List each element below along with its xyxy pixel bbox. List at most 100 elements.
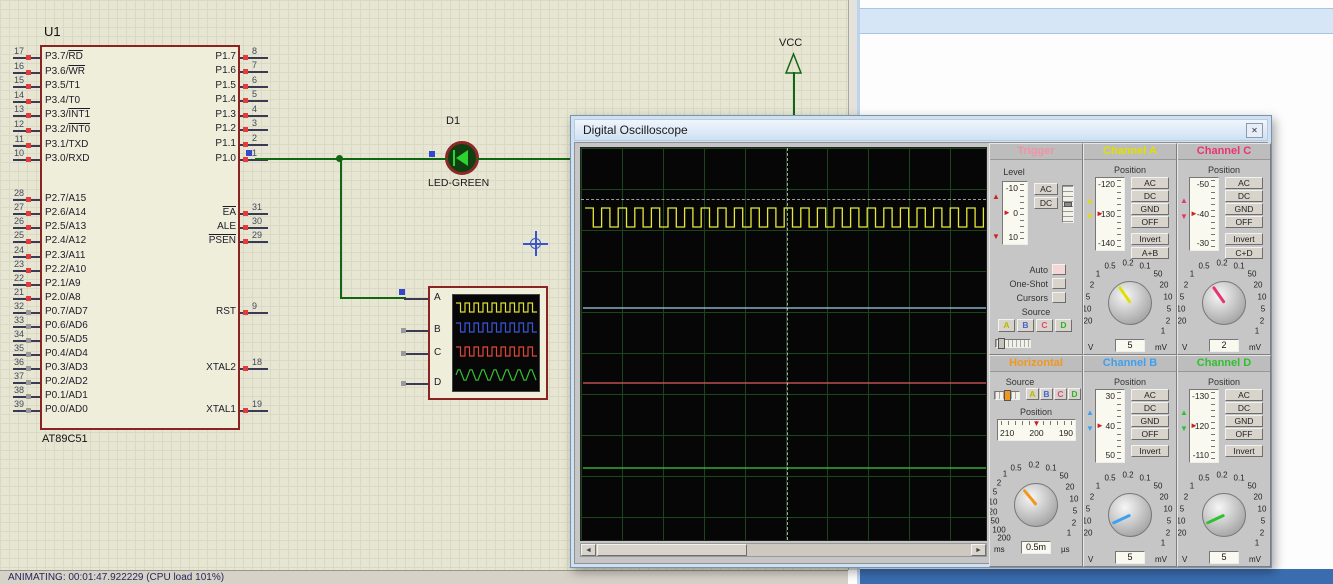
scope-input-stub[interactable] [404,353,428,355]
pin-endpoint[interactable] [401,351,406,356]
pin-endpoint[interactable] [26,324,31,329]
slider-handle[interactable] [1004,390,1011,401]
horizontal-source-b[interactable]: B [1040,388,1053,400]
coupling-button-off[interactable]: OFF [1225,428,1263,440]
level-down-icon[interactable]: ▼ [992,233,1000,241]
trigger-source-c[interactable]: C [1036,319,1053,332]
pin-endpoint[interactable] [26,157,31,162]
coupling-button-dc[interactable]: DC [1225,190,1263,202]
trigger-source-a[interactable]: A [998,319,1015,332]
pin-endpoint[interactable] [26,113,31,118]
position-up-icon[interactable]: ▲ [1086,197,1094,205]
oscilloscope-window[interactable]: Digital Oscilloscope ✕ ◄ ► Trigger Level… [570,115,1272,568]
position-down-icon[interactable]: ▼ [1180,425,1188,433]
pin-endpoint[interactable] [26,84,31,89]
horizontal-source-d[interactable]: D [1068,388,1081,400]
mode-button-invert[interactable]: Invert [1225,233,1263,245]
coupling-button-gnd[interactable]: GND [1131,415,1169,427]
pin-endpoint[interactable] [243,408,248,413]
sec-chd-knob[interactable] [1202,493,1246,537]
mode-button-invert[interactable]: Invert [1131,233,1169,245]
pin-endpoint[interactable] [26,338,31,343]
pin-endpoint[interactable] [26,55,31,60]
wire[interactable] [340,158,342,297]
pin-endpoint[interactable] [26,225,31,230]
pin-endpoint[interactable] [243,84,248,89]
pin-endpoint[interactable] [26,211,31,216]
scope-input-stub[interactable] [404,383,428,385]
mode-button-cplusd[interactable]: C+D [1225,247,1263,259]
pin-endpoint[interactable] [401,328,406,333]
wire[interactable] [477,158,572,160]
pin-endpoint[interactable] [243,366,248,371]
horizontal-source-slider[interactable] [994,390,1020,401]
coupling-button-gnd[interactable]: GND [1225,415,1263,427]
wire[interactable] [793,72,795,116]
pin-endpoint[interactable] [26,128,31,133]
pin-endpoint[interactable] [26,143,31,148]
scroll-right-icon[interactable]: ► [971,544,986,556]
horizontal-source-a[interactable]: A [1026,388,1039,400]
probe-marker[interactable] [399,289,405,295]
position-down-icon[interactable]: ▼ [1086,213,1094,221]
coupling-button-off[interactable]: OFF [1131,216,1169,228]
mode-button-aplusb[interactable]: A+B [1131,247,1169,259]
pin-endpoint[interactable] [26,70,31,75]
horizontal-source-c[interactable]: C [1054,388,1067,400]
pin-endpoint[interactable] [243,225,248,230]
pin-endpoint[interactable] [26,352,31,357]
mode-button-invert[interactable]: Invert [1131,445,1169,457]
trigger-mode-button-one-shot[interactable] [1052,278,1066,289]
led-component[interactable] [445,141,479,175]
position-up-icon[interactable]: ▲ [1086,409,1094,417]
switch-handle[interactable] [1064,202,1072,207]
sec-chb-knob[interactable] [1108,493,1152,537]
pin-endpoint[interactable] [26,282,31,287]
pin-endpoint[interactable] [243,98,248,103]
pin-endpoint[interactable] [243,157,248,162]
coupling-button-dc[interactable]: DC [1131,402,1169,414]
position-up-icon[interactable]: ▲ [1180,197,1188,205]
pin-endpoint[interactable] [26,254,31,259]
scope-input-stub[interactable] [404,298,428,300]
pin-endpoint[interactable] [243,55,248,60]
wire[interactable] [255,158,447,160]
trigger-source-d[interactable]: D [1055,319,1072,332]
pin-endpoint[interactable] [26,366,31,371]
coupling-button-gnd[interactable]: GND [1225,203,1263,215]
scroll-left-icon[interactable]: ◄ [581,544,596,556]
coupling-button-ac[interactable]: AC [1225,389,1263,401]
trigger-mode-button-auto[interactable] [1052,264,1066,275]
pin-endpoint[interactable] [401,381,406,386]
slider-handle[interactable] [998,338,1005,349]
level-up-icon[interactable]: ▲ [992,193,1000,201]
coupling-button-off[interactable]: OFF [1131,428,1169,440]
sec-chc-knob[interactable] [1202,281,1246,325]
probe-marker[interactable] [246,150,252,156]
pin-endpoint[interactable] [243,127,248,132]
coupling-button-ac[interactable]: AC [1225,177,1263,189]
pin-endpoint[interactable] [243,310,248,315]
coupling-button-gnd[interactable]: GND [1131,203,1169,215]
coupling-button-ac[interactable]: AC [1131,389,1169,401]
pin-endpoint[interactable] [243,113,248,118]
coupling-button-dc[interactable]: DC [1131,190,1169,202]
sec-cha-knob[interactable] [1108,281,1152,325]
trigger-coupling-dc[interactable]: DC [1034,197,1058,209]
pin-endpoint[interactable] [243,69,248,74]
pin-endpoint[interactable] [243,211,248,216]
trigger-mode-button-cursors[interactable] [1052,292,1066,303]
pin-endpoint[interactable] [26,310,31,315]
coupling-button-off[interactable]: OFF [1225,216,1263,228]
pin-endpoint[interactable] [26,394,31,399]
pin-endpoint[interactable] [243,239,248,244]
trigger-coupling-ac[interactable]: AC [1034,183,1058,195]
pin-endpoint[interactable] [26,239,31,244]
position-up-icon[interactable]: ▲ [1180,409,1188,417]
pin-endpoint[interactable] [26,99,31,104]
trigger-coupling-switch[interactable] [1062,185,1074,223]
trigger-slider[interactable] [995,338,1031,349]
coupling-button-dc[interactable]: DC [1225,402,1263,414]
position-down-icon[interactable]: ▼ [1086,425,1094,433]
oscilloscope-titlebar[interactable]: Digital Oscilloscope ✕ [574,119,1268,141]
